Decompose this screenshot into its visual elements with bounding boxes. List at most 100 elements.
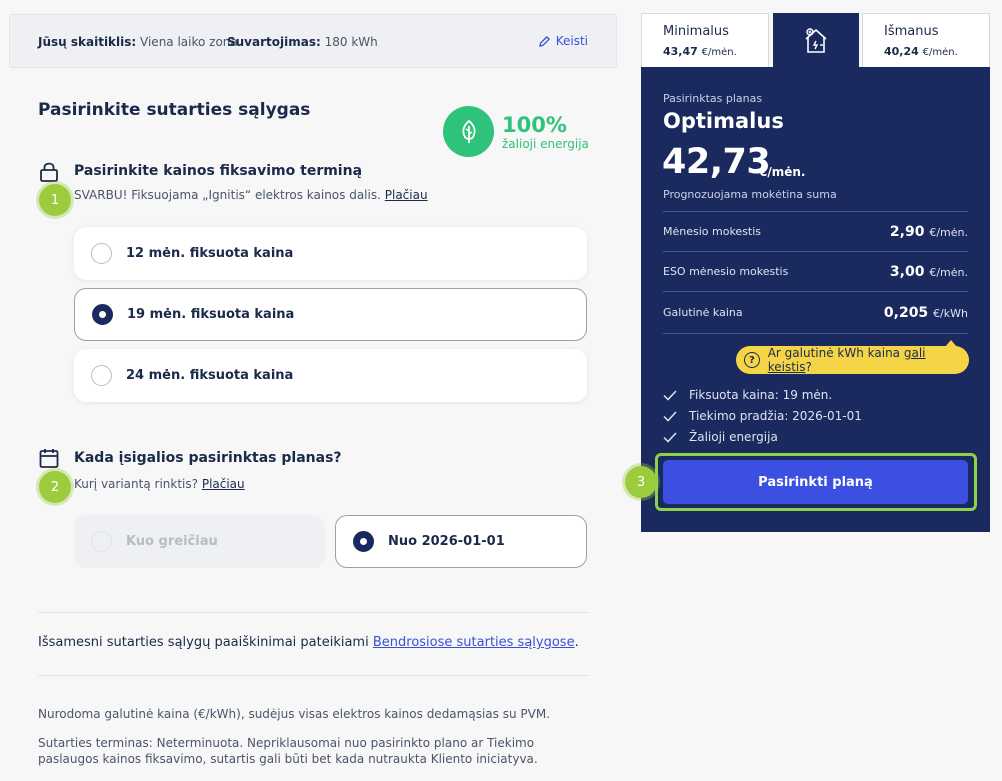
eso-fee-label: ESO mėnesio mokestis [663, 265, 789, 278]
tab-name: Minimalus [663, 24, 729, 39]
fixation-option-12[interactable]: 12 mėn. fiksuota kaina [74, 227, 587, 280]
step-badge-1: 1 [39, 184, 71, 216]
start-option-date[interactable]: Nuo 2026-01-01 [335, 515, 587, 568]
radio-24[interactable] [91, 365, 112, 386]
terms-end: . [574, 635, 579, 650]
eso-fee-row: ESO mėnesio mokestis 3,00 €/mėn. [663, 251, 968, 291]
terms-link[interactable]: Bendrosiose sutarties sąlygose [373, 635, 575, 650]
usage-value: 180 kWh [324, 35, 378, 49]
footnote-contract: Sutarties terminas: Neterminuota. Neprik… [38, 736, 538, 766]
choose-plan-button[interactable]: Pasirinkti planą [663, 460, 968, 504]
meter-type: Jūsų skaitiklis: Viena laiko zona [38, 35, 238, 49]
panel-label: Pasirinktas planas [663, 92, 763, 105]
plan-price: 42,73 [662, 142, 771, 182]
fixation-title: Pasirinkite kainos fiksavimo terminą [74, 163, 363, 179]
radio-12[interactable] [91, 243, 112, 264]
meter-type-value: Viena laiko zona [140, 35, 238, 49]
final-price-value: 0,205 €/kWh [884, 305, 968, 321]
green-energy-badge: 100% žalioji energija [443, 106, 589, 157]
change-meter-button[interactable]: Keisti [538, 34, 588, 48]
step-badge-3: 3 [625, 466, 657, 498]
start-note-text: Kurį variantą rinktis? [74, 477, 198, 491]
radio-date[interactable] [353, 531, 374, 552]
tab-optimalus[interactable] [773, 13, 859, 67]
start-option-asap: Kuo greičiau [74, 515, 325, 568]
pencil-icon [538, 35, 550, 47]
eso-fee-unit: €/mėn. [929, 265, 968, 279]
lock-icon [40, 162, 58, 182]
divider [38, 612, 589, 613]
eso-fee-value: 3,00 €/mėn. [890, 264, 968, 280]
feature-label: Fiksuota kaina: 19 mėn. [689, 388, 833, 402]
eso-fee-amount: 3,00 [889, 263, 925, 280]
check-icon [663, 410, 677, 422]
fixation-note: SVARBU! Fiksuojama „Ignitis“ elektros ka… [74, 188, 428, 202]
fixation-note-text: SVARBU! Fiksuojama „Ignitis“ elektros ka… [74, 188, 381, 202]
question-icon: ? [744, 352, 760, 368]
step-badge-2: 2 [39, 471, 71, 503]
start-more-link[interactable]: Plačiau [202, 477, 245, 491]
green-percent: 100% [502, 112, 567, 137]
plan-name: Optimalus [663, 109, 784, 133]
fixation-option-label: 19 mėn. fiksuota kaina [127, 307, 295, 322]
green-label: žalioji energija [502, 136, 589, 151]
fixation-option-19[interactable]: 19 mėn. fiksuota kaina [74, 288, 587, 341]
meter-type-label: Jūsų skaitiklis: [38, 35, 137, 49]
meter-summary-bar: Jūsų skaitiklis: Viena laiko zona Suvart… [9, 14, 617, 68]
feature-item: Fiksuota kaina: 19 mėn. [663, 388, 832, 402]
plan-price-unit: €/mėn. [759, 165, 806, 179]
tooltip-end: ? [805, 360, 812, 374]
start-heading: Kada įsigalios pasirinktas planas? [38, 447, 342, 469]
terms-line: Išsamesni sutarties sąlygų paaiškinimai … [38, 635, 579, 650]
change-meter-label: Keisti [555, 34, 588, 48]
fee-value: 2,90 €/mėn. [890, 224, 968, 240]
tooltip-question: Ar galutinė kWh kaina [767, 346, 901, 360]
final-price-unit: €/kWh [933, 306, 968, 320]
start-title: Kada įsigalios pasirinktas planas? [74, 450, 342, 466]
feature-label: Žalioji energija [689, 430, 778, 444]
fee-label: Mėnesio mokestis [663, 225, 762, 238]
radio-asap [91, 531, 112, 552]
check-icon [663, 389, 677, 401]
price-change-tooltip[interactable]: ? Ar galutinė kWh kaina gali keistis? [736, 340, 969, 374]
tab-name: Išmanus [884, 24, 939, 39]
divider [663, 333, 968, 334]
start-note: Kurį variantą rinktis? Plačiau [74, 477, 245, 491]
fixation-more-link[interactable]: Plačiau [385, 188, 428, 202]
terms-text: Išsamesni sutarties sąlygų paaiškinimai … [38, 635, 369, 650]
tab-price-unit: €/mėn. [701, 47, 737, 58]
tab-price: 43,47 €/mėn. [663, 45, 737, 58]
page-title: Pasirinkite sutarties sąlygas [38, 100, 311, 120]
tab-ismanus[interactable]: Išmanus 40,24 €/mėn. [862, 13, 990, 67]
usage-label: Suvartojimas: [227, 35, 321, 49]
radio-19[interactable] [92, 304, 113, 325]
feature-item: Žalioji energija [663, 430, 778, 444]
plan-price-note: Prognozuojama mokėtina suma [663, 188, 837, 201]
feature-item: Tiekimo pradžia: 2026-01-01 [663, 409, 862, 423]
fixation-option-24[interactable]: 24 mėn. fiksuota kaina [74, 349, 587, 402]
leaf-icon [443, 106, 494, 157]
final-price-row: Galutinė kaina 0,205 €/kWh [663, 291, 968, 333]
final-price-amount: 0,205 [883, 304, 929, 321]
footnote-price: Nurodoma galutinė kaina (€/kWh), sudėjus… [38, 707, 550, 721]
final-price-label: Galutinė kaina [663, 306, 743, 319]
calendar-icon [39, 449, 59, 468]
tooltip-text: Ar galutinė kWh kaina gali keistis? [768, 346, 969, 374]
start-option-label: Kuo greičiau [126, 534, 218, 549]
tab-minimalus[interactable]: Minimalus 43,47 €/mėn. [641, 13, 769, 67]
divider [38, 675, 589, 676]
tab-price: 40,24 €/mėn. [884, 45, 958, 58]
feature-label: Tiekimo pradžia: 2026-01-01 [689, 409, 862, 423]
start-option-label: Nuo 2026-01-01 [388, 534, 505, 549]
tab-price-unit: €/mėn. [922, 47, 958, 58]
fixation-option-label: 24 mėn. fiksuota kaina [126, 368, 294, 383]
fee-unit: €/mėn. [929, 225, 968, 239]
fee-amount: 2,90 [889, 223, 925, 240]
usage: Suvartojimas: 180 kWh [227, 35, 378, 49]
check-icon [663, 431, 677, 443]
fixation-option-label: 12 mėn. fiksuota kaina [126, 246, 294, 261]
fee-row: Mėnesio mokestis 2,90 €/mėn. [663, 211, 968, 251]
tab-price-value: 43,47 [663, 45, 698, 58]
fixation-heading: Pasirinkite kainos fiksavimo terminą [38, 160, 362, 182]
house-energy-icon [805, 27, 827, 53]
